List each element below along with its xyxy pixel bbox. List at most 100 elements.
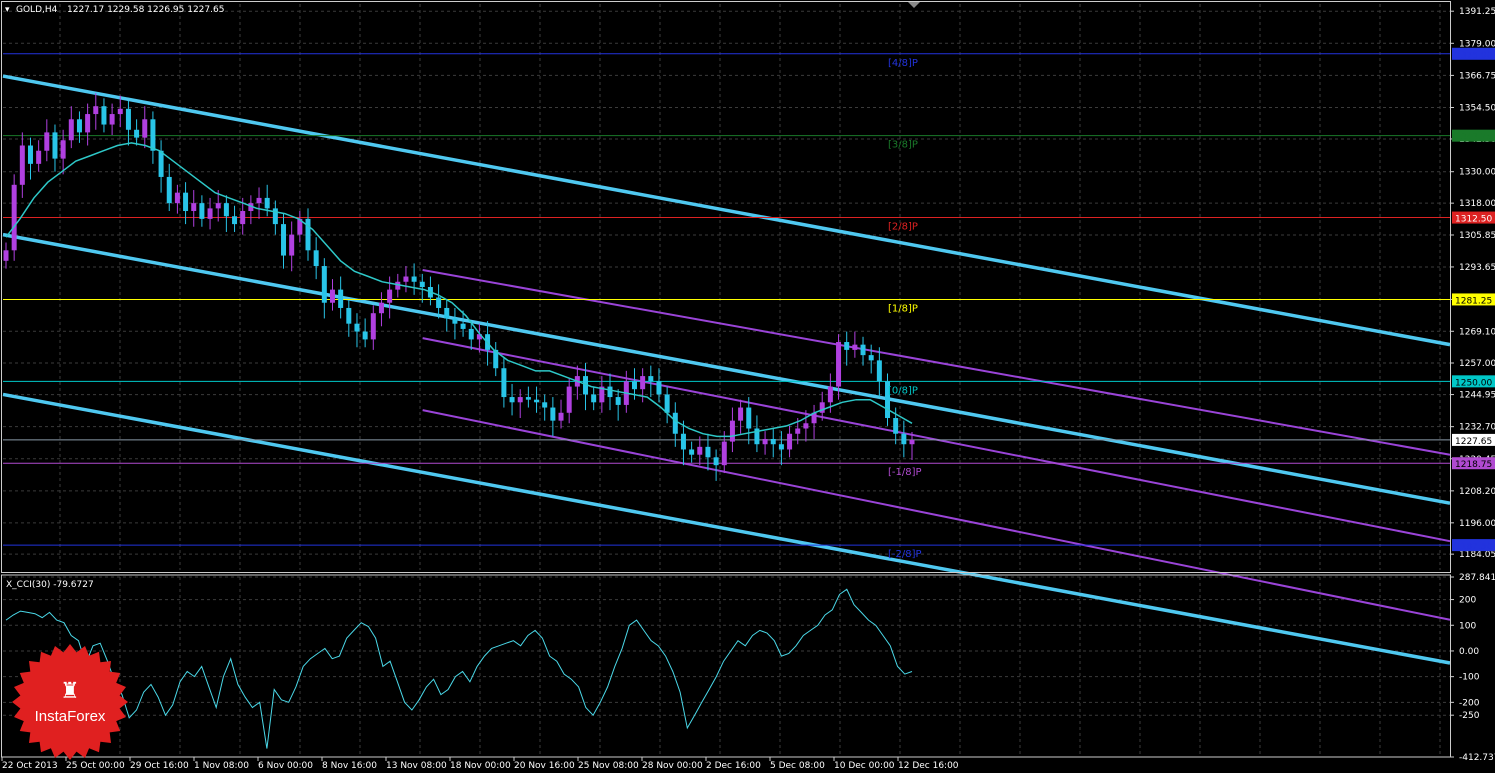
candle-body <box>876 360 882 382</box>
candle-body <box>313 250 319 267</box>
price-badge-text: 1218.75 <box>1455 460 1492 470</box>
candle-body <box>199 203 205 219</box>
price-tick-label: 1269.10 <box>1459 327 1495 337</box>
candle-body <box>354 323 360 332</box>
candle-body <box>183 192 189 212</box>
candle-body <box>697 446 703 455</box>
murrey-label: [-1/8]P <box>888 467 922 478</box>
candle-body <box>329 289 335 303</box>
candle-body <box>134 129 140 138</box>
candle-body <box>542 402 548 408</box>
time-tick-label: 29 Oct 16:00 <box>130 761 189 771</box>
cci-tick-label: -250 <box>1459 711 1480 721</box>
logo-text: InstaForex <box>35 708 106 725</box>
candle-body <box>787 433 793 450</box>
murrey-label: [3/8]P <box>888 140 918 151</box>
candle-body <box>509 397 515 403</box>
candle-body <box>680 433 686 450</box>
price-badge-text: 1281.25 <box>1455 296 1492 306</box>
price-badges: 1375.00 1343.75 1312.50 1281.25 1250.00 1218.… <box>1452 47 1495 552</box>
moving-average-line <box>5 142 913 438</box>
cci-tick-label: 100 <box>1459 621 1476 631</box>
shift-marker-icon <box>908 2 920 8</box>
instaforex-logo: ♜ InstaForex <box>12 644 128 760</box>
candle-body <box>387 289 393 303</box>
candle-body <box>607 386 613 398</box>
cci-tick-label: -200 <box>1459 698 1480 708</box>
candle-body <box>36 150 42 164</box>
price-tick-label: 1232.70 <box>1459 423 1495 433</box>
murrey-label: [-2/8]P <box>888 549 922 560</box>
price-tick-label: 1244.95 <box>1459 391 1495 401</box>
candle-body <box>795 428 801 434</box>
price-tick-label: 1318.00 <box>1459 199 1495 209</box>
cci-tick-label: 0.00 <box>1459 647 1479 657</box>
price-badge-text: 1312.50 <box>1455 215 1492 225</box>
chart-header: ▾ GOLD,H4 1227.17 1229.58 1226.95 1227.6… <box>5 5 224 15</box>
candle-body <box>852 344 858 350</box>
price-tick-label: 1196.00 <box>1459 519 1495 529</box>
price-tick-label: 1330.00 <box>1459 168 1495 178</box>
candle-body <box>558 412 564 421</box>
candle-body <box>60 140 66 159</box>
candle-body <box>860 344 866 356</box>
time-tick-label: 5 Dec 08:00 <box>770 761 825 771</box>
candle-body <box>615 397 621 405</box>
candle-body <box>346 307 352 324</box>
price-tick-label: 1208.20 <box>1459 487 1495 497</box>
candle-body <box>566 386 572 413</box>
price-tick-label: 1257.00 <box>1459 359 1495 369</box>
murrey-label: [0/8]P <box>888 385 918 396</box>
price-axis-ticks: 1391.251379.001366.751354.501342.501330.… <box>1450 7 1495 560</box>
cci-series <box>5 588 913 749</box>
candle-body <box>305 218 311 251</box>
cci-tick-label: -412.7374 <box>1459 753 1495 763</box>
main-pane-frame <box>1 1 1451 573</box>
time-tick-label: 8 Nov 16:00 <box>322 761 377 771</box>
candle-body <box>207 208 213 219</box>
cci-tick-label: -100 <box>1459 673 1480 683</box>
price-badge-text: 1375.00 <box>1455 51 1492 61</box>
time-tick-label: 18 Nov 00:00 <box>450 761 511 771</box>
candle-body <box>117 108 123 115</box>
candle-body <box>232 216 238 225</box>
candle-body <box>836 342 842 387</box>
candle-body <box>19 145 25 185</box>
chart-canvas[interactable]: 1391.251379.001366.751354.501342.501330.… <box>0 0 1495 773</box>
candle-body <box>501 368 507 398</box>
candle-body <box>648 376 654 382</box>
murrey-label: [4/8]P <box>888 58 918 69</box>
murrey-label: [1/8]P <box>888 303 918 314</box>
candle-body <box>3 250 9 261</box>
time-tick-label: 20 Nov 16:00 <box>514 761 575 771</box>
candle-body <box>174 192 180 204</box>
blue-channel-line-2 <box>2 392 1451 665</box>
purple-channel-line-0 <box>422 268 1451 456</box>
candle-body <box>76 119 82 133</box>
candle-body <box>281 224 287 256</box>
purple-channel-line-2 <box>422 409 1451 621</box>
time-tick-label: 28 Nov 00:00 <box>642 761 703 771</box>
candle-body <box>101 106 107 125</box>
cci-pane-frame <box>1 574 1451 758</box>
time-tick-label: 2 Dec 16:00 <box>706 761 761 771</box>
time-axis-ticks: 22 Oct 2013 25 Oct 00:00 29 Oct 16:00 1 Nov… <box>1 757 959 771</box>
candle-body <box>631 381 637 390</box>
price-badge-text: 1343.75 <box>1455 133 1492 143</box>
candle-body <box>215 203 221 209</box>
time-tick-label: 12 Dec 16:00 <box>898 761 959 771</box>
candle-body <box>321 266 327 303</box>
dropdown-arrow-icon[interactable]: ▾ <box>5 5 10 15</box>
murrey-label: [2/8]P <box>888 222 918 233</box>
candle-body <box>142 119 148 138</box>
moving-average <box>5 142 913 438</box>
candle-body <box>689 449 695 455</box>
candle-body <box>591 394 597 403</box>
candle-body <box>705 446 711 458</box>
murrey-labels: [4/8]P [3/8]P [2/8]P [1/8]P [0/8]P [-1/8]P [-2… <box>888 58 922 560</box>
price-badge-text: 1187.50 <box>1455 542 1492 552</box>
cci-indicator-line <box>5 588 913 749</box>
blue-channel-line-0 <box>2 74 1451 347</box>
candle-body <box>289 234 295 256</box>
candle-body <box>893 418 899 434</box>
